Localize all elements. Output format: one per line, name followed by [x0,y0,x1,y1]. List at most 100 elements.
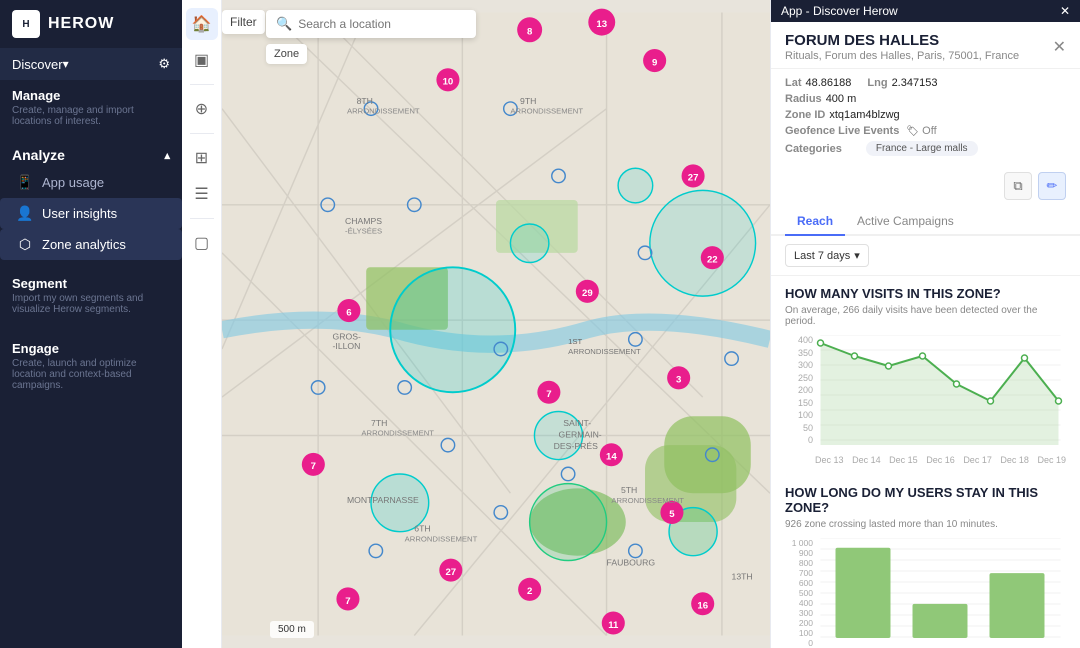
target-toolbar-btn[interactable]: ⊕ [186,93,218,125]
svg-text:16: 16 [697,601,708,612]
map-svg[interactable]: 13 8 9 10 6 29 22 27 3 7 14 5 7 27 2 7 1… [222,0,770,648]
category-badge: France - Large malls [866,141,978,156]
visit-x-labels: Dec 13Dec 14Dec 15Dec 16Dec 17Dec 18Dec … [815,455,1066,465]
svg-text:CHAMPS: CHAMPS [345,216,382,226]
map-area[interactable]: Filter 🔍 Zone [222,0,770,648]
visit-line-chart: 400350300250200150100500 [785,335,1066,465]
copy-btn[interactable]: ⧉ [1004,172,1032,200]
edit-btn[interactable]: ✏ [1038,172,1066,200]
svg-text:6: 6 [346,307,351,318]
svg-text:ARRONDISSEMENT: ARRONDISSEMENT [611,496,684,505]
square-toolbar-btn[interactable]: ▢ [186,227,218,259]
discover-label: Discover [12,57,63,72]
svg-text:29: 29 [582,288,593,299]
svg-text:3: 3 [676,375,681,386]
svg-text:7: 7 [345,596,350,607]
svg-text:-ILLON: -ILLON [333,341,361,351]
toolbar-divider-2 [190,133,214,134]
sidebar-item-user-insights[interactable]: 👤 User insights [0,198,182,229]
sidebar-header: H HEROW [0,0,182,48]
panel-subtitle: Rituals, Forum des Halles, Paris, 75001,… [785,50,1019,62]
manage-section: Manage Create, manage and import locatio… [0,80,182,137]
svg-text:10: 10 [443,77,454,88]
svg-text:FAUBOURG: FAUBOURG [607,557,656,567]
panel-header: FORUM DES HALLES Rituals, Forum des Hall… [771,22,1080,69]
close-icon[interactable]: ✕ [1060,4,1070,18]
svg-text:5TH: 5TH [621,485,637,495]
segment-desc: Import my own segments and visualize Her… [12,293,170,315]
panel-close-btn[interactable]: ✕ [1053,37,1066,57]
svg-text:9: 9 [652,57,657,68]
svg-text:7TH: 7TH [371,418,387,428]
svg-text:7: 7 [546,389,551,400]
engage-section: Engage Create, launch and optimize locat… [0,333,182,401]
toolbar-divider-3 [190,218,214,219]
svg-text:13TH: 13TH [732,572,753,582]
svg-text:-ÉLYSÉES: -ÉLYSÉES [345,227,382,236]
svg-text:6TH: 6TH [414,524,430,534]
svg-text:ARRONDISSEMENT: ARRONDISSEMENT [405,534,478,543]
stay-y-labels: 1 0009008007006005004003002001000 [785,538,813,648]
manage-desc: Create, manage and import locations of i… [12,105,170,127]
manage-title: Manage [12,88,170,103]
svg-text:ARRONDISSEMENT: ARRONDISSEMENT [568,347,641,356]
tab-reach[interactable]: Reach [785,206,845,236]
search-icon: 🔍 [276,16,292,32]
search-input[interactable] [298,17,466,31]
zone-label: Zone [266,44,307,64]
sidebar-item-app-usage[interactable]: 📱 App usage [0,167,182,198]
panel-tabs: Reach Active Campaigns [771,206,1080,236]
map-search-bar: 🔍 [266,10,476,38]
svg-text:DES-PRÉS: DES-PRÉS [554,441,598,451]
segment-title: Segment [12,276,170,291]
visit-chart-subtitle: On average, 266 daily visits have been d… [785,305,1066,327]
layers-toolbar-btn[interactable]: ▣ [186,44,218,76]
user-insights-icon: 👤 [16,205,34,222]
list-toolbar-btn[interactable]: ☰ [186,178,218,210]
logo-text: HEROW [48,15,114,33]
app-usage-icon: 📱 [16,174,34,191]
svg-text:GERMAIN-: GERMAIN- [558,429,601,439]
discover-chevron-icon: ▾ [63,57,69,71]
right-panel: App - Discover Herow ✕ FORUM DES HALLES … [770,0,1080,648]
svg-text:9TH: 9TH [520,96,536,106]
svg-text:SAINT-: SAINT- [563,418,591,428]
toolbar-divider-1 [190,84,214,85]
app-header-label: App - Discover Herow [781,4,898,18]
stay-chart-body [815,538,1066,648]
settings-icon[interactable]: ⚙ [158,56,170,72]
date-range-select[interactable]: Last 7 days ▾ [785,244,869,267]
visit-chart-body [815,335,1066,445]
analyze-group[interactable]: Analyze ▴ [0,137,182,167]
svg-text:1ST: 1ST [568,337,582,346]
svg-text:ARRONDISSEMENT: ARRONDISSEMENT [347,106,420,115]
svg-text:8TH: 8TH [357,96,373,106]
engage-desc: Create, launch and optimize location and… [12,358,170,391]
svg-text:ARRONDISSEMENT: ARRONDISSEMENT [510,106,583,115]
sidebar-item-label: App usage [42,175,104,190]
panel-meta: Lat48.86188 Lng2.347153 Radius400 m Zone… [771,69,1080,168]
map-scale: 500 m [270,621,314,638]
panel-date-select: Last 7 days ▾ [771,236,1080,276]
stay-bar-chart: 1 0009008007006005004003002001000 [785,538,1066,648]
geofence-icon: 🏷 [906,126,919,137]
tab-active-campaigns[interactable]: Active Campaigns [845,206,966,236]
analyze-title: Analyze [12,147,65,163]
svg-text:27: 27 [688,173,699,184]
svg-text:7: 7 [311,461,316,472]
visit-chart-section: HOW MANY VISITS IN THIS ZONE? On average… [771,276,1080,471]
svg-text:ARRONDISSEMENT: ARRONDISSEMENT [361,429,434,438]
discover-bar[interactable]: Discover ▾ ⚙ [0,48,182,80]
map-filter-label[interactable]: Filter [222,10,265,34]
toolbar: 🏠 ▣ ⊕ ⊞ ☰ ▢ [182,0,222,648]
sidebar: H HEROW Discover ▾ ⚙ Manage Create, mana… [0,0,182,648]
svg-text:5: 5 [669,509,675,520]
sidebar-item-zone-analytics[interactable]: ⬡ Zone analytics [0,229,182,260]
sidebar-item-label: Zone analytics [42,237,126,252]
svg-text:11: 11 [608,620,619,631]
grid-toolbar-btn[interactable]: ⊞ [186,142,218,174]
svg-text:14: 14 [606,452,617,463]
zone-analytics-icon: ⬡ [16,236,34,253]
home-toolbar-btn[interactable]: 🏠 [186,8,218,40]
svg-text:22: 22 [707,254,718,265]
